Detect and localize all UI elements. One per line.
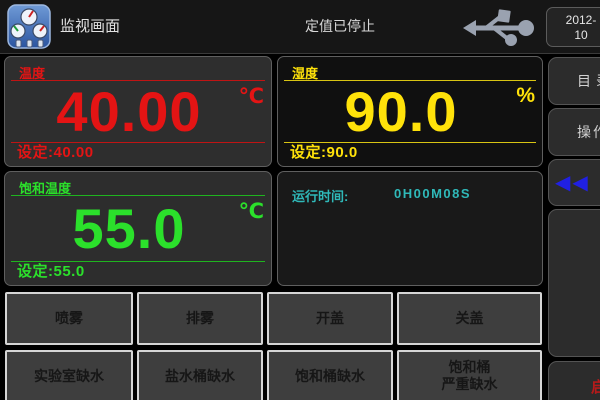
- runtime-panel: 运行时间: 0H00M08S: [277, 171, 543, 286]
- exhaust-fog-button[interactable]: 排雾: [137, 292, 263, 345]
- temperature-value: 40.00: [13, 81, 245, 142]
- humidity-unit: %: [516, 84, 535, 108]
- spray-button[interactable]: 喷雾: [5, 292, 133, 345]
- saturation-temperature-panel: 饱和温度 55.0 ℃ 设定:55.0: [4, 171, 272, 286]
- saturation-bucket-severe-shortage-indicator[interactable]: 饱和桶严重缺水: [397, 350, 542, 400]
- double-left-arrow-icon: ◀◀: [555, 170, 590, 195]
- humidity-value: 90.0: [286, 81, 516, 142]
- operation-button[interactable]: 操作: [548, 108, 600, 156]
- saltwater-bucket-shortage-indicator[interactable]: 盐水桶缺水: [137, 350, 263, 400]
- saturation-temperature-unit: ℃: [239, 199, 264, 224]
- close-lid-button[interactable]: 关盖: [397, 292, 542, 345]
- saturation-temperature-value: 55.0: [13, 196, 245, 261]
- lab-water-shortage-indicator[interactable]: 实验室缺水: [5, 350, 133, 400]
- runtime-label: 运行时间:: [292, 186, 348, 205]
- humidity-setpoint[interactable]: 设定:90.0: [290, 141, 358, 162]
- temperature-setpoint[interactable]: 设定:40.00: [17, 141, 94, 162]
- start-button[interactable]: 启动: [548, 361, 600, 400]
- gauges-icon: [7, 4, 51, 49]
- page-title: 监视画面: [60, 0, 120, 53]
- page-back-button[interactable]: ◀◀: [548, 159, 600, 206]
- saturation-bucket-shortage-indicator[interactable]: 饱和桶缺水: [267, 350, 393, 400]
- menu-button[interactable]: 目录: [548, 57, 600, 105]
- date-line2: 10: [547, 28, 600, 43]
- humidity-panel: 湿度 90.0 % 设定:90.0: [277, 56, 543, 167]
- top-bar: 监视画面 定值已停止 2012- 10: [0, 0, 600, 54]
- open-lid-button[interactable]: 开盖: [267, 292, 393, 345]
- blank-side-button[interactable]: [548, 209, 600, 357]
- temperature-unit: ℃: [239, 84, 264, 109]
- run-status-text: 定值已停止: [255, 0, 425, 53]
- runtime-value: 0H00M08S: [394, 186, 471, 201]
- date-line1: 2012-: [547, 13, 600, 28]
- saturation-temperature-setpoint[interactable]: 设定:55.0: [17, 260, 85, 281]
- temperature-panel: 温度 40.00 ℃ 设定:40.00: [4, 56, 272, 167]
- datetime-display[interactable]: 2012- 10: [546, 7, 600, 47]
- usb-icon: [462, 8, 536, 48]
- hmi-monitor-screen: 监视画面 定值已停止 2012- 10 温度 40.00 ℃ 设定:40.00: [0, 0, 600, 400]
